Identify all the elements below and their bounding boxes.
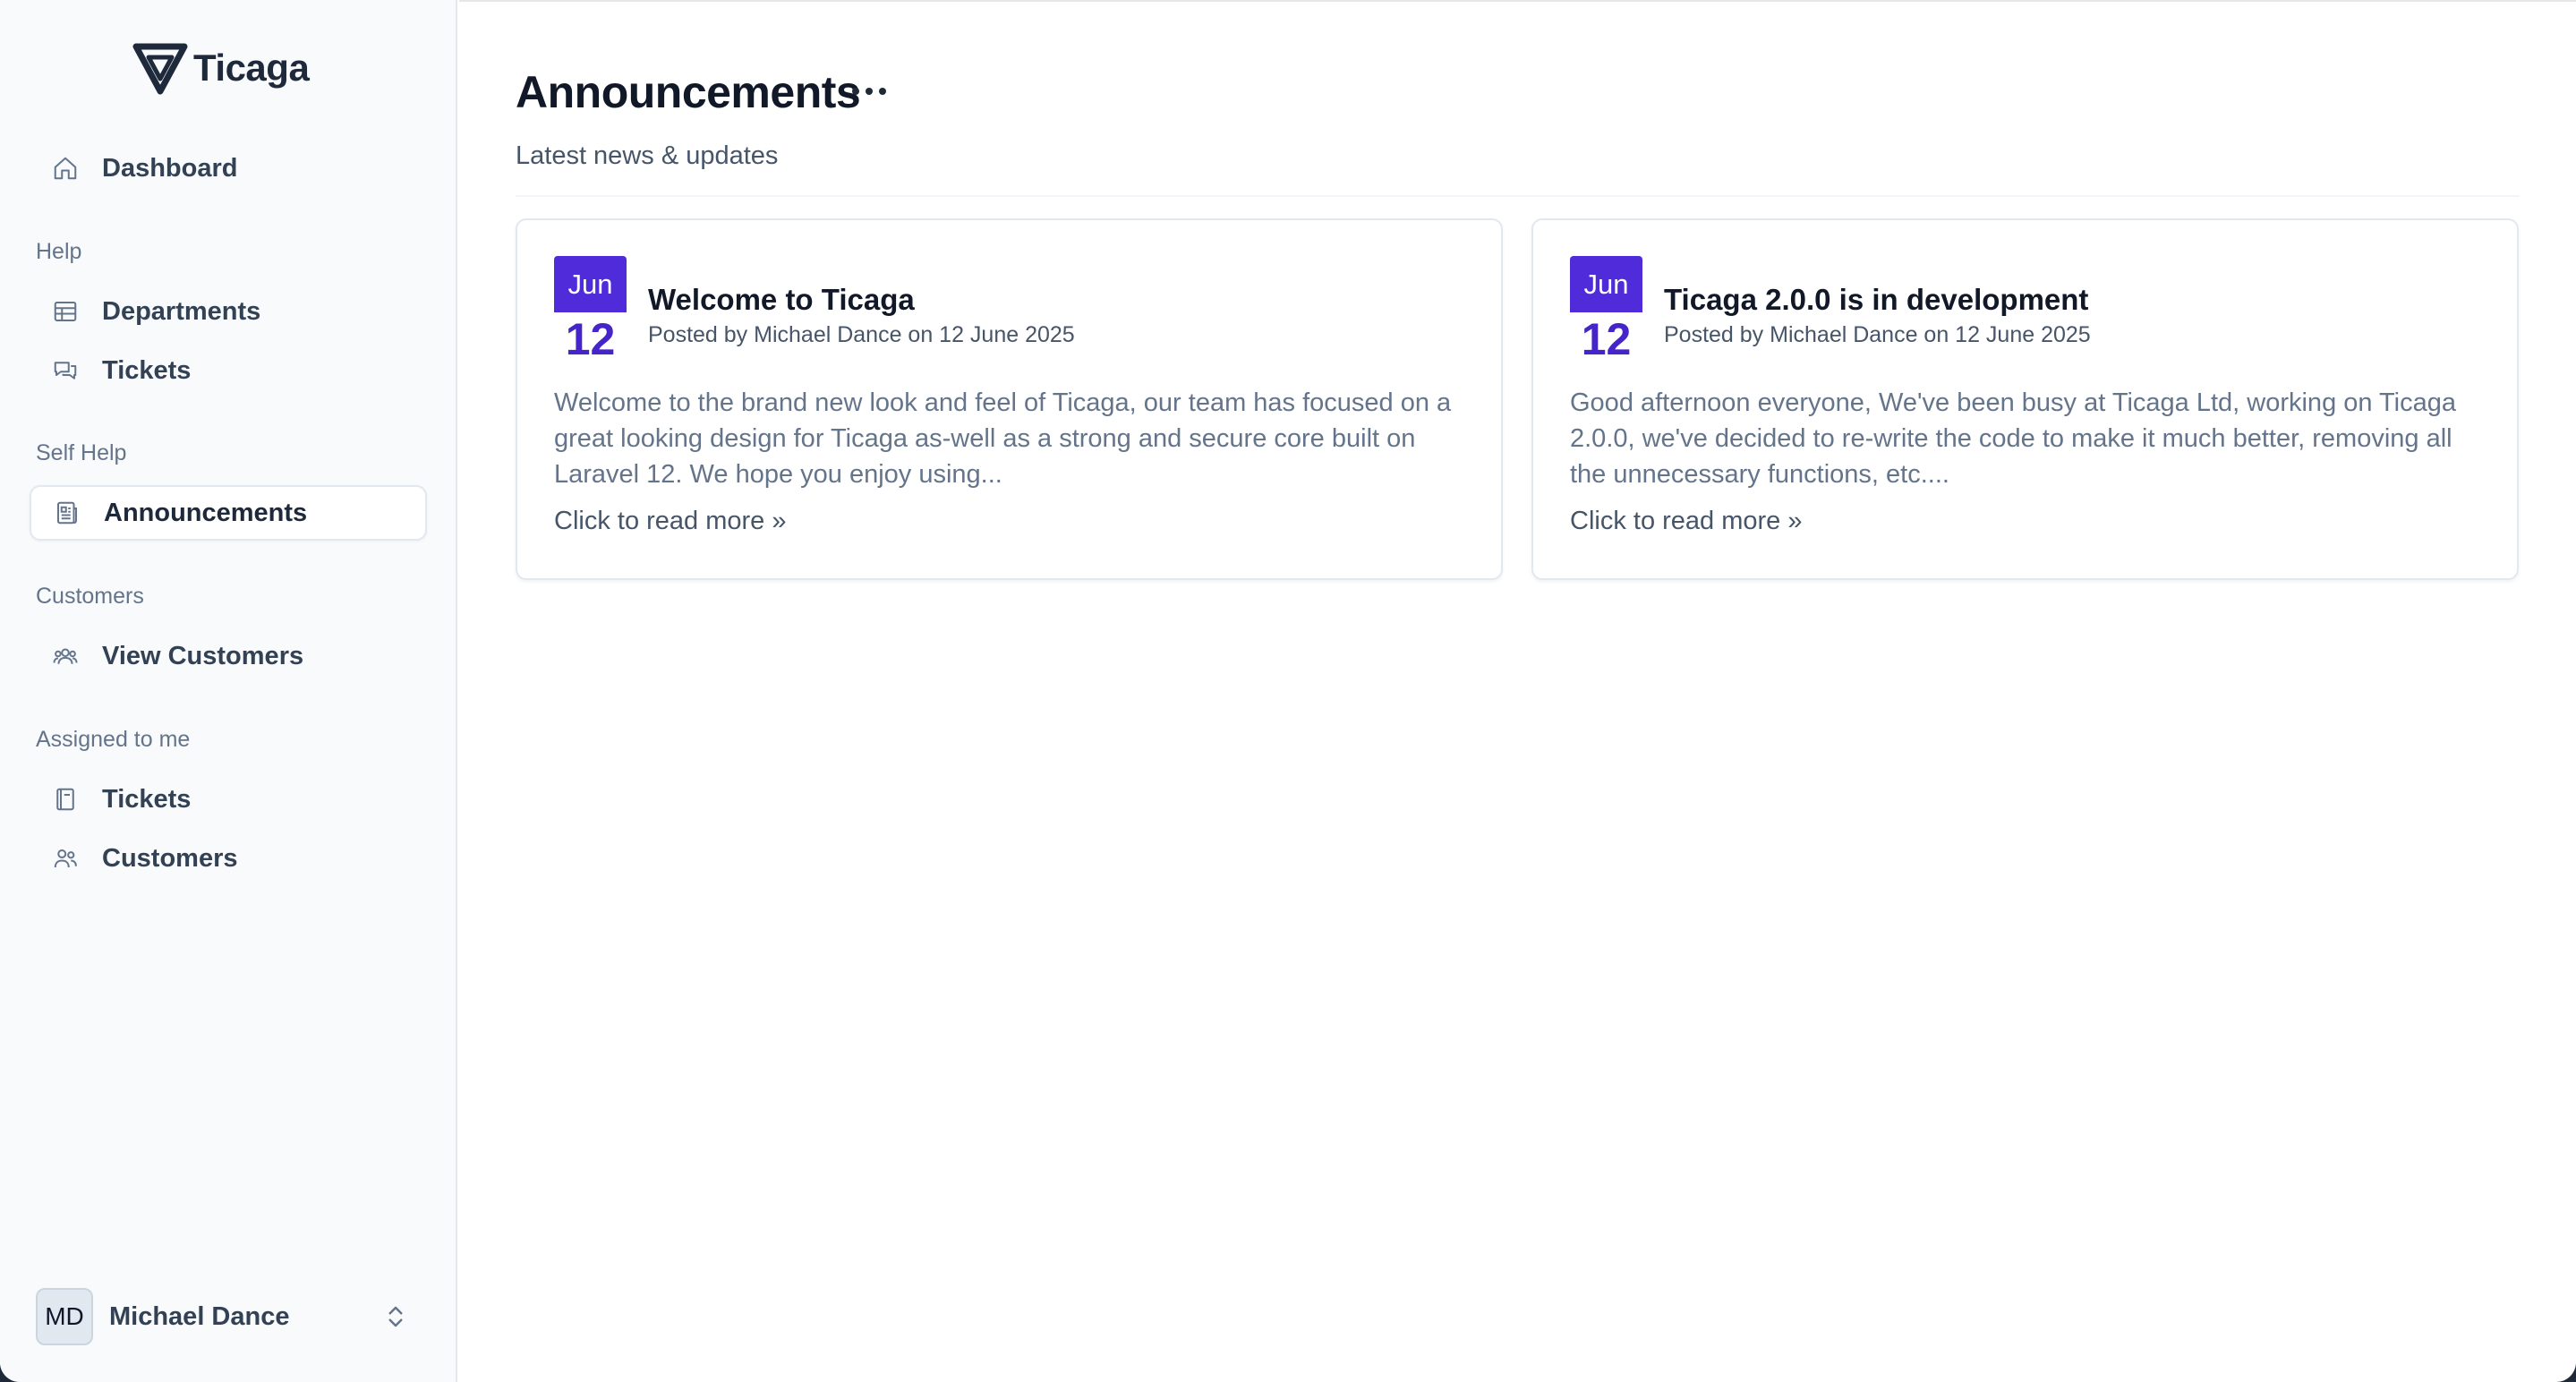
date-month: Jun <box>1570 256 1642 312</box>
chevron-up-down-icon[interactable] <box>380 1301 412 1333</box>
more-options-button[interactable] <box>848 75 891 107</box>
sidebar-item-label: Announcements <box>104 498 308 527</box>
user-group-icon <box>51 642 80 670</box>
sidebar-item-label: Departments <box>102 296 261 326</box>
sidebar-item-assigned-tickets[interactable]: Tickets <box>30 772 427 827</box>
sidebar-item-view-customers[interactable]: View Customers <box>30 628 427 684</box>
newspaper-icon <box>53 499 81 527</box>
announcement-title[interactable]: Welcome to Ticaga <box>648 283 915 317</box>
date-month: Jun <box>554 256 627 312</box>
sidebar-item-assigned-customers[interactable]: Customers <box>30 831 427 886</box>
sidebar: Ticaga Dashboard Help Departments Ticket… <box>0 0 457 1382</box>
announcement-card[interactable]: Jun 12 Welcome to Ticaga Posted by Micha… <box>516 218 1503 580</box>
announcement-excerpt: Welcome to the brand new look and feel o… <box>554 388 1452 489</box>
page-title: Announcements <box>516 67 861 117</box>
avatar: MD <box>36 1288 93 1345</box>
announcement-card[interactable]: Jun 12 Ticaga 2.0.0 is in development Po… <box>1531 218 2519 580</box>
announcement-title[interactable]: Ticaga 2.0.0 is in development <box>1664 283 2088 317</box>
announcement-meta: Posted by Michael Dance on 12 June 2025 <box>1664 322 2091 347</box>
table-icon <box>51 297 80 326</box>
sidebar-item-label: Customers <box>102 843 238 873</box>
sidebar-item-announcements[interactable]: Announcements <box>30 485 427 541</box>
date-badge: Jun 12 <box>1570 256 1642 365</box>
section-label-assigned: Assigned to me <box>36 727 191 752</box>
date-day: 12 <box>1570 312 1642 365</box>
main-content: Announcements Latest news & updates Jun … <box>459 0 2576 1382</box>
date-day: 12 <box>554 312 627 365</box>
users-icon <box>51 844 80 873</box>
sidebar-item-label: Tickets <box>102 784 192 814</box>
brand-logo[interactable]: Ticaga <box>132 41 310 95</box>
brand-name: Ticaga <box>193 47 310 89</box>
sidebar-item-tickets[interactable]: Tickets <box>30 343 427 398</box>
app-window: Ticaga Dashboard Help Departments Ticket… <box>0 0 2576 1382</box>
section-label-help: Help <box>36 239 82 264</box>
book-icon <box>51 785 80 814</box>
sidebar-item-label: Tickets <box>102 355 192 385</box>
page-subtitle: Latest news & updates <box>516 141 779 170</box>
section-label-customers: Customers <box>36 584 144 609</box>
read-more-link[interactable]: Click to read more » <box>1570 507 1803 536</box>
announcement-excerpt: Good afternoon everyone, We've been busy… <box>1570 388 2457 489</box>
sidebar-item-dashboard[interactable]: Dashboard <box>30 141 427 196</box>
announcement-meta: Posted by Michael Dance on 12 June 2025 <box>648 322 1075 347</box>
sidebar-item-label: Dashboard <box>102 153 238 183</box>
chat-bubbles-icon <box>51 356 80 385</box>
sidebar-item-departments[interactable]: Departments <box>30 284 427 339</box>
date-badge: Jun 12 <box>554 256 627 365</box>
ellipsis-icon <box>852 88 886 95</box>
home-icon <box>51 154 80 183</box>
read-more-link[interactable]: Click to read more » <box>554 507 787 536</box>
user-name: Michael Dance <box>109 1301 290 1331</box>
sidebar-item-label: View Customers <box>102 641 304 670</box>
header-divider <box>516 195 2520 197</box>
section-label-self-help: Self Help <box>36 440 127 465</box>
ticaga-logo-icon <box>132 43 188 95</box>
user-menu[interactable]: MD Michael Dance <box>36 1288 412 1345</box>
